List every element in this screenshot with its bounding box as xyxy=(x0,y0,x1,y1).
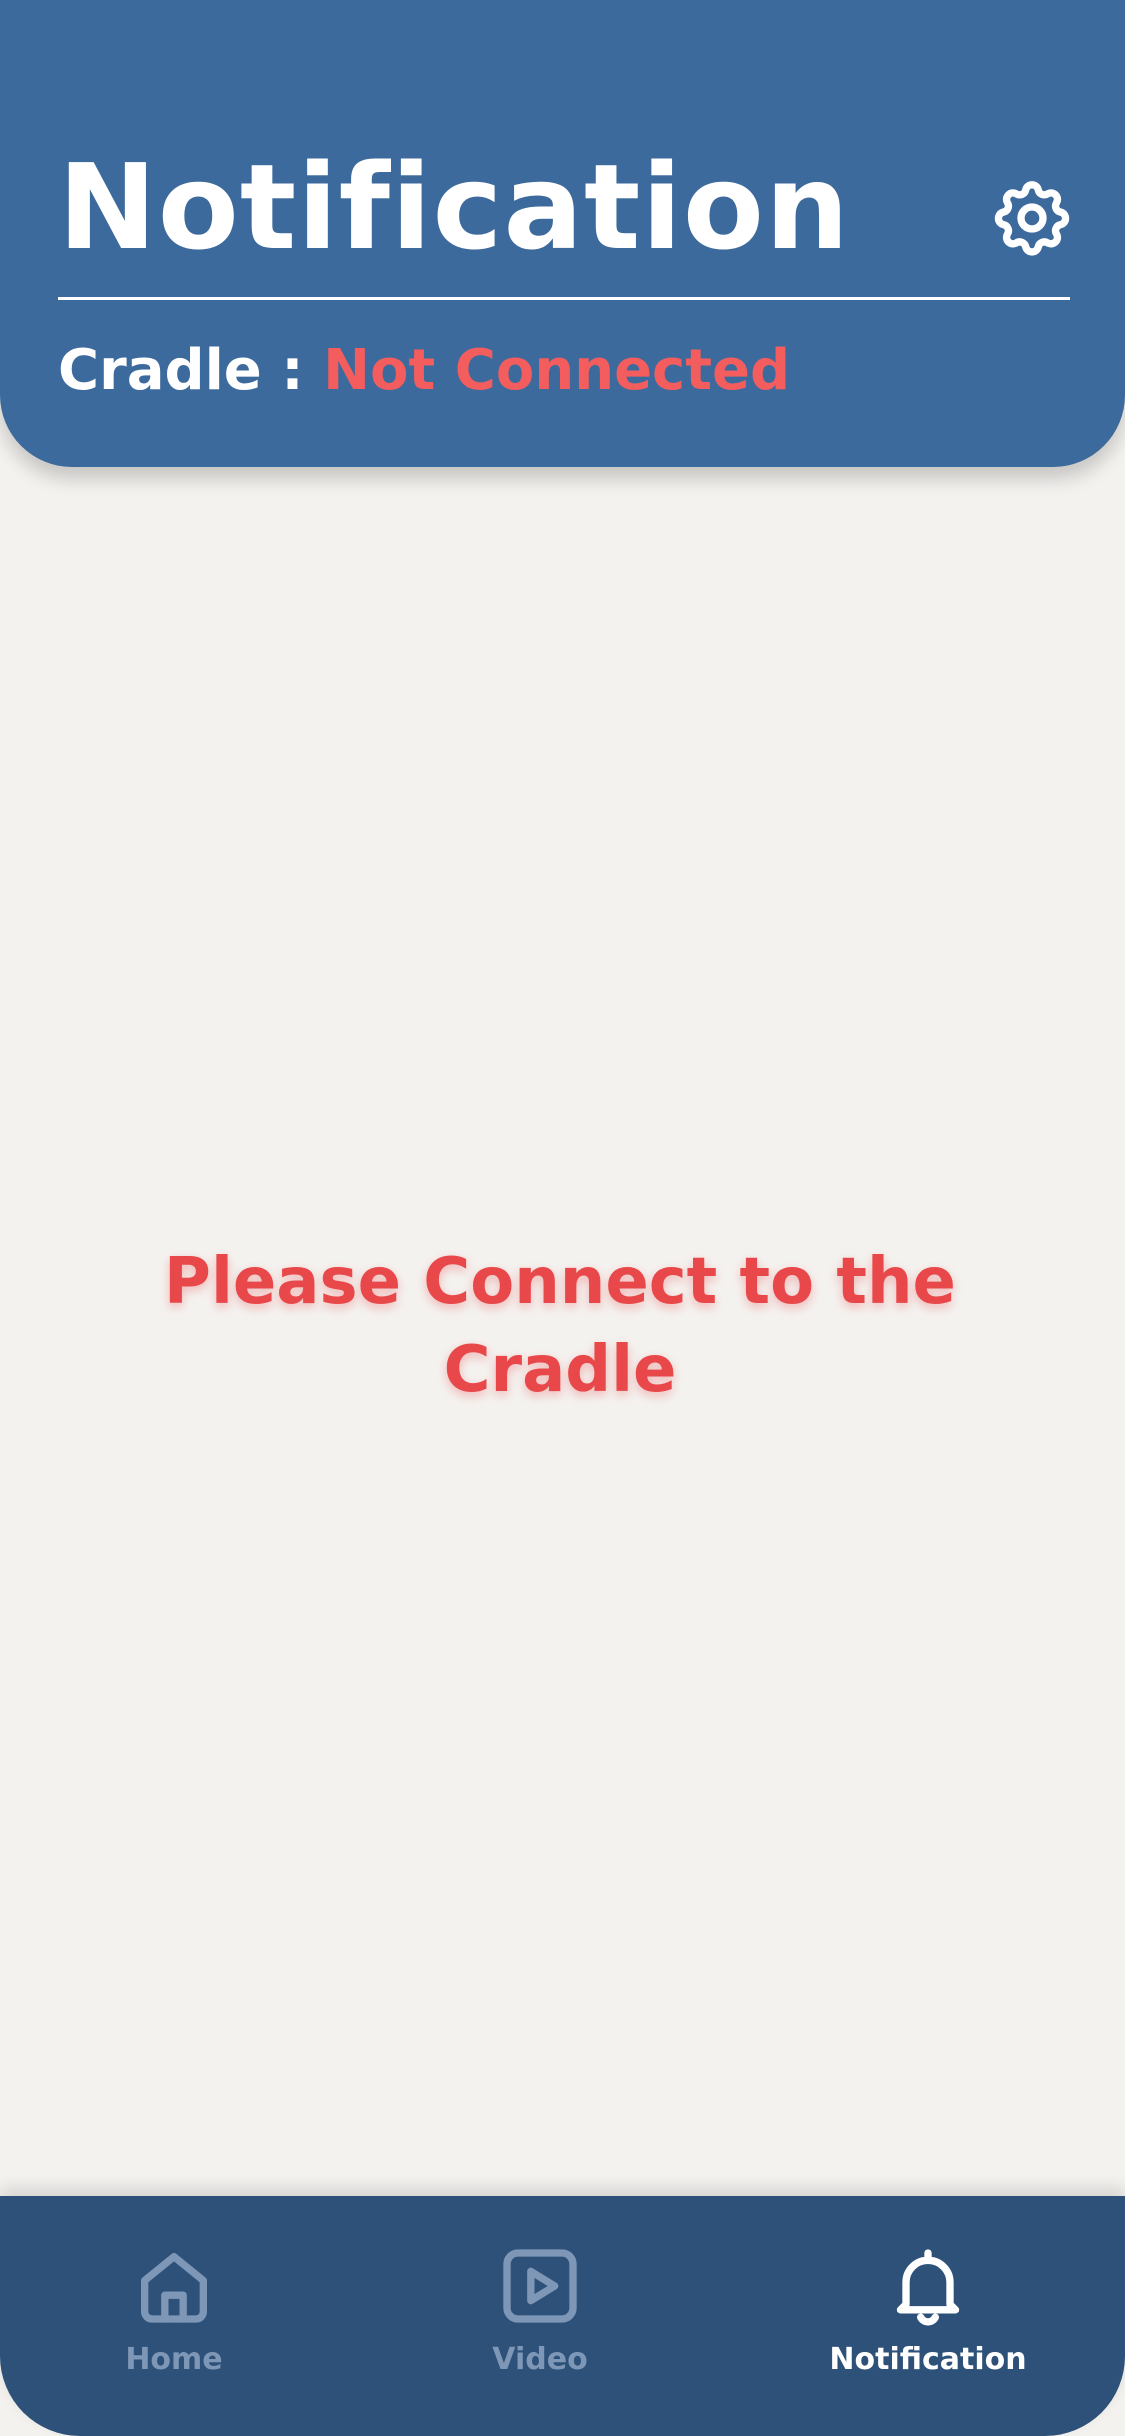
connect-message: Please Connect to the Cradle xyxy=(164,1245,956,1408)
nav-item-home[interactable]: Home xyxy=(54,2238,294,2378)
cradle-status-value: Not Connected xyxy=(323,338,791,403)
cradle-status: Cradle : Not Connected xyxy=(58,340,790,402)
home-icon xyxy=(126,2238,222,2334)
play-icon xyxy=(492,2238,588,2334)
bell-icon xyxy=(880,2238,976,2334)
nav-label-home: Home xyxy=(125,2342,223,2377)
gear-icon xyxy=(994,181,1070,256)
cradle-status-label: Cradle : xyxy=(58,338,324,403)
settings-button[interactable] xyxy=(984,170,1080,266)
nav-label-video: Video xyxy=(492,2342,588,2377)
nav-item-video[interactable]: Video xyxy=(420,2238,660,2378)
page-title: Notification xyxy=(58,138,850,276)
nav-item-notification[interactable]: Notification xyxy=(808,2238,1048,2378)
nav-label-notification: Notification xyxy=(829,2342,1027,2377)
header-divider xyxy=(58,297,1070,300)
header: Notification Cradle : Not Connected xyxy=(0,0,1125,467)
bottom-nav: Home Video Notification xyxy=(0,2196,1125,2436)
